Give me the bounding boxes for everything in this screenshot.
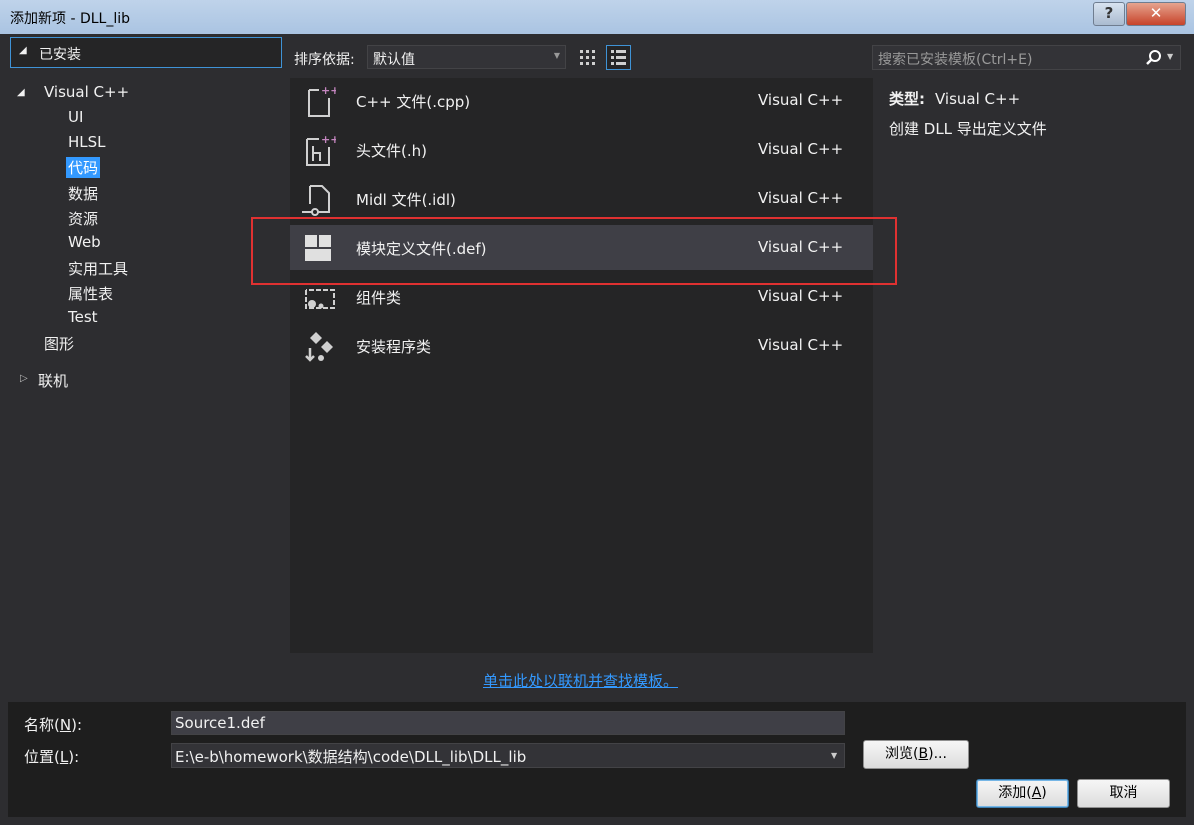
svg-text:++: ++ — [321, 84, 336, 97]
installer-class-icon — [305, 332, 333, 362]
details-type-value: Visual C++ — [935, 90, 1021, 108]
grid-view-icon — [580, 50, 595, 65]
template-type: Visual C++ — [758, 91, 844, 109]
sort-value: 默认值 — [373, 52, 415, 68]
installed-header[interactable]: ◢ 已安装 — [10, 37, 282, 68]
template-name: 组件类 — [356, 289, 402, 307]
search-icon[interactable] — [1145, 49, 1162, 66]
collapsed-triangle-icon[interactable]: ▷ — [20, 373, 28, 384]
installed-label: 已安装 — [39, 47, 81, 63]
expand-triangle-icon[interactable]: ◢ — [17, 87, 25, 98]
collapse-triangle-icon: ◢ — [19, 45, 27, 56]
dropdown-arrow-icon: ▼ — [553, 51, 560, 60]
tree-item-data[interactable]: 数据 — [68, 183, 98, 204]
template-item-midl[interactable]: Midl 文件(.idl) Visual C++ — [290, 176, 873, 221]
template-item-cpp[interactable]: ++ C++ 文件(.cpp) Visual C++ — [290, 78, 873, 123]
template-type: Visual C++ — [758, 287, 844, 305]
cancel-button[interactable]: 取消 — [1077, 779, 1170, 808]
window-title: 添加新项 - DLL_lib — [10, 11, 130, 27]
tree-item-property-sheet[interactable]: 属性表 — [68, 283, 113, 304]
template-type: Visual C++ — [758, 140, 844, 158]
list-view-icon — [611, 50, 626, 65]
tree-item-utility[interactable]: 实用工具 — [68, 258, 128, 279]
grid-view-button[interactable] — [575, 45, 600, 70]
search-options-icon[interactable]: ▼ — [1167, 52, 1173, 61]
tree-item-hlsl[interactable]: HLSL — [68, 133, 106, 151]
template-name: C++ 文件(.cpp) — [356, 93, 471, 111]
title-bar: 添加新项 - DLL_lib ? ✕ — [0, 0, 1194, 34]
tree-item-code[interactable]: 代码 — [66, 157, 101, 178]
template-name: 头文件(.h) — [356, 142, 427, 160]
name-value: Source1.def — [175, 714, 265, 732]
location-label: 位置(L): — [24, 748, 80, 766]
template-item-installer-class[interactable]: 安装程序类 Visual C++ — [290, 323, 873, 368]
location-combobox[interactable]: E:\e-b\homework\数据结构\code\DLL_lib\DLL_li… — [171, 743, 845, 768]
tree-item-ui[interactable]: UI — [68, 108, 83, 126]
search-input[interactable]: 搜索已安装模板(Ctrl+E) ▼ — [872, 45, 1181, 70]
tree-item-test[interactable]: Test — [68, 308, 98, 326]
template-type: Visual C++ — [758, 336, 844, 354]
browse-button[interactable]: 浏览(B)... — [863, 740, 969, 769]
template-list: ++ C++ 文件(.cpp) Visual C++ ++ 头文件(.h) Vi… — [290, 78, 873, 653]
sort-dropdown[interactable]: 默认值 ▼ — [367, 45, 566, 69]
template-name: 安装程序类 — [356, 338, 432, 356]
midl-file-icon — [302, 185, 330, 216]
sort-label: 排序依据: — [294, 52, 355, 68]
name-field[interactable]: Source1.def — [171, 711, 845, 735]
close-button[interactable]: ✕ — [1126, 2, 1186, 26]
tree-item-graphics[interactable]: 图形 — [44, 333, 74, 354]
svg-text:++: ++ — [321, 133, 336, 146]
details-type: 类型: Visual C++ — [889, 88, 1020, 109]
template-type: Visual C++ — [758, 238, 844, 256]
tree-item-visual-cpp[interactable]: Visual C++ — [44, 83, 129, 101]
template-item-header[interactable]: ++ 头文件(.h) Visual C++ — [290, 127, 873, 172]
list-view-button[interactable] — [606, 45, 631, 70]
tree-item-resource[interactable]: 资源 — [68, 208, 98, 229]
details-description: 创建 DLL 导出定义文件 — [889, 120, 1047, 138]
add-button[interactable]: 添加(A) — [976, 779, 1069, 808]
location-value: E:\e-b\homework\数据结构\code\DLL_lib\DLL_li… — [175, 748, 527, 766]
tree-item-web[interactable]: Web — [68, 233, 101, 251]
tree-item-online[interactable]: 联机 — [38, 370, 68, 391]
help-button[interactable]: ? — [1093, 2, 1125, 26]
header-file-icon: ++ — [306, 133, 336, 166]
dropdown-arrow-icon[interactable]: ▼ — [831, 751, 837, 760]
template-name: 模块定义文件(.def) — [356, 240, 487, 258]
name-label: 名称(N): — [24, 716, 82, 734]
search-placeholder: 搜索已安装模板(Ctrl+E) — [878, 52, 1033, 68]
online-templates-link[interactable]: 单击此处以联机并查找模板。 — [483, 670, 678, 691]
template-item-module-def[interactable]: 模块定义文件(.def) Visual C++ — [290, 225, 873, 270]
cpp-file-icon: ++ — [308, 84, 336, 117]
template-type: Visual C++ — [758, 189, 844, 207]
details-type-label: 类型: — [889, 90, 925, 108]
component-class-icon — [305, 289, 335, 309]
module-def-icon — [305, 235, 331, 261]
template-name: Midl 文件(.idl) — [356, 191, 456, 209]
template-item-component-class[interactable]: 组件类 Visual C++ — [290, 274, 873, 319]
